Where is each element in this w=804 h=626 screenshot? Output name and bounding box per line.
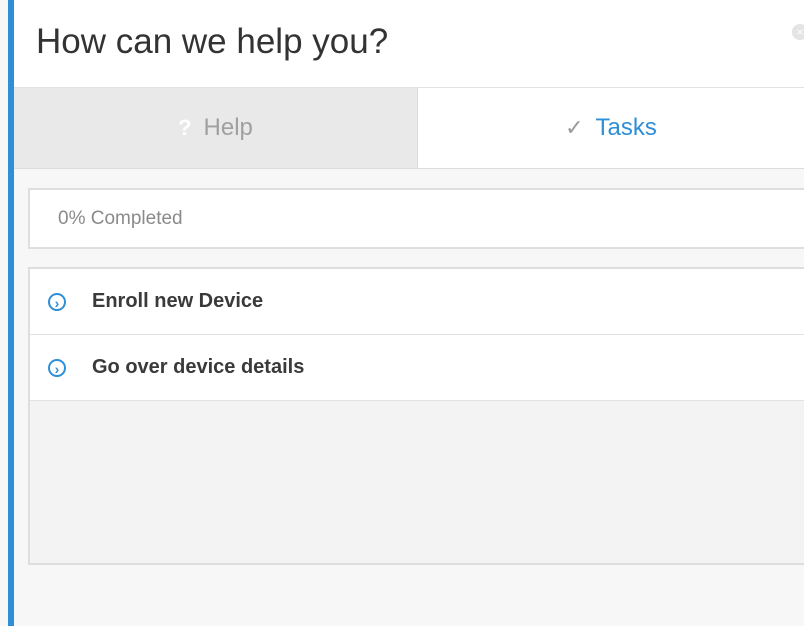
panel-header: How can we help you? × [14,0,804,88]
tab-tasks-label: Tasks [595,114,657,141]
panel-title: How can we help you? [36,22,389,61]
progress-text: 0% Completed [58,208,183,229]
chevron-right-circle-icon: › [48,292,66,311]
tab-help[interactable]: ? Help [14,88,418,168]
task-item-enroll-new-device[interactable]: › Enroll new Device [30,269,804,335]
progress-box: 0% Completed [28,188,804,249]
tab-help-label: Help [203,114,253,141]
tab-tasks[interactable]: ✓ Tasks [418,88,804,168]
tab-bar: ? Help ✓ Tasks [14,88,804,169]
checkmark-icon: ✓ [565,115,584,140]
chevron-right-circle-icon: › [48,358,66,377]
question-icon: ? [178,115,192,140]
help-panel: How can we help you? × ? Help ✓ Tasks 0%… [0,0,804,626]
task-item-go-over-device-details[interactable]: › Go over device details [30,335,804,401]
close-icon[interactable]: × [792,24,804,40]
task-list: › Enroll new Device › Go over device det… [28,267,804,565]
task-label: Go over device details [92,356,305,378]
task-label: Enroll new Device [92,290,264,312]
